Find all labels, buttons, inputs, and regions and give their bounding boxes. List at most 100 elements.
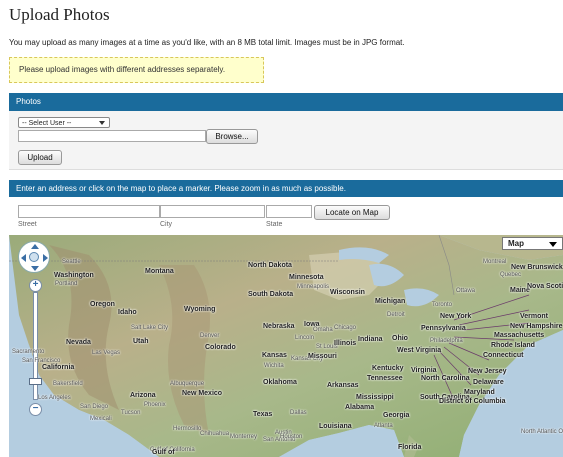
map-label: Sacramento <box>12 349 45 355</box>
address-section-header: Enter an address or click on the map to … <box>9 180 563 198</box>
map-label: District of Columbia <box>439 398 506 405</box>
map-label: Georgia <box>383 412 410 419</box>
map-label: Mexicali <box>90 416 112 422</box>
pan-down-icon[interactable] <box>31 266 39 271</box>
map-label: Houston <box>280 434 303 440</box>
photos-section-header: Photos <box>9 93 563 111</box>
map-label: Mississippi <box>356 394 394 401</box>
map-label: San Diego <box>80 404 109 410</box>
map-label: Dallas <box>290 410 307 416</box>
map-label: Ottawa <box>456 288 476 294</box>
map-label: Albuquerque <box>170 381 205 387</box>
map-label: Utah <box>133 338 149 345</box>
map-label: Nova Scotia <box>527 283 563 290</box>
map-label: Salt Lake City <box>131 325 169 331</box>
page-title: Upload Photos <box>9 5 110 24</box>
map-label: California <box>42 364 75 371</box>
map-label: Arizona <box>130 392 156 399</box>
map-label: Wichita <box>264 363 284 369</box>
map-label: West Virginia <box>397 347 442 354</box>
map-label: Alabama <box>345 404 375 411</box>
map-label: Montana <box>145 268 174 275</box>
map-label: Atlanta <box>374 423 393 429</box>
map-label: Pennsylvania <box>421 325 466 332</box>
map-label: Chicago <box>334 325 357 331</box>
map-label: New Hampshire <box>510 323 563 330</box>
map-label: South Dakota <box>248 291 294 298</box>
pan-right-icon[interactable] <box>43 254 48 262</box>
map-label: North Dakota <box>248 262 292 269</box>
map-type-select[interactable]: Map <box>502 237 563 250</box>
map-label: Monterrey <box>230 434 258 440</box>
map-label: Portland <box>55 281 78 287</box>
state-input[interactable] <box>266 205 312 218</box>
map-label: Connecticut <box>483 352 524 359</box>
pan-up-icon[interactable] <box>31 244 39 249</box>
state-label: State <box>266 221 283 228</box>
map-label: North Atlantic Ocean <box>521 429 563 435</box>
map-label: Florida <box>398 444 422 451</box>
map-label: Oregon <box>90 301 115 308</box>
map-label: New York <box>440 313 472 320</box>
map-label: Maryland <box>464 389 495 396</box>
map-label: Massachusetts <box>494 332 545 339</box>
map-label: Denver <box>200 333 220 339</box>
map-label: Kentucky <box>372 365 404 372</box>
map-label: Michigan <box>375 298 406 305</box>
map-label: Montreal <box>483 259 507 265</box>
map-label: North Carolina <box>421 375 470 382</box>
map-label: Lincoln <box>295 335 315 341</box>
map-label: Omaha <box>313 327 333 333</box>
map-label: Oklahoma <box>263 379 297 386</box>
map-label: Bakersfield <box>53 381 83 387</box>
map-label: Virginia <box>411 367 437 374</box>
city-input[interactable] <box>160 205 265 218</box>
map-label: Indiana <box>358 336 383 343</box>
user-select[interactable]: -- Select User -- <box>18 117 110 128</box>
intro-text: You may upload as many images at a time … <box>9 38 405 47</box>
pan-left-icon[interactable] <box>21 254 26 262</box>
map-label: Wisconsin <box>330 289 365 296</box>
map-label: Colorado <box>205 344 236 351</box>
chevron-down-icon <box>99 121 105 125</box>
city-label: City <box>160 221 173 228</box>
map-label: Hermosillo <box>173 426 202 432</box>
map-label: Toronto <box>432 302 453 308</box>
map-label: Washington <box>54 272 94 279</box>
map-label: New Brunswick <box>511 264 563 271</box>
map-label: Texas <box>253 411 273 418</box>
map-label: Seattle <box>62 259 81 265</box>
map-label: New Mexico <box>182 390 223 397</box>
map-label: Tennessee <box>367 375 403 382</box>
map-label: Vermont <box>520 313 549 320</box>
zoom-out-button[interactable]: − <box>29 403 42 416</box>
user-select-value: -- Select User -- <box>22 120 72 127</box>
upload-button[interactable]: Upload <box>18 150 62 165</box>
map-label: Idaho <box>118 309 137 316</box>
map-label: Nevada <box>66 339 91 346</box>
map-label: Minnesota <box>289 274 324 281</box>
pan-control[interactable] <box>18 241 50 273</box>
zoom-in-button[interactable]: + <box>29 279 42 292</box>
map-type-value: Map <box>508 239 524 248</box>
map-label: Gulf of <box>152 449 175 456</box>
map-label: Phoenix <box>144 402 166 408</box>
map-label: Quebec <box>500 272 522 278</box>
locate-on-map-button[interactable]: Locate on Map <box>314 205 390 220</box>
map-label: Las Vegas <box>92 350 121 356</box>
map-label: Delaware <box>473 379 504 386</box>
map-label: Philadelphia <box>430 338 463 344</box>
map-label: Missouri <box>308 353 337 360</box>
browse-button[interactable]: Browse... <box>206 129 258 144</box>
file-path-input[interactable] <box>18 130 206 142</box>
map-label: Rhode Island <box>491 342 535 349</box>
street-input[interactable] <box>18 205 160 218</box>
map-label: Ohio <box>392 335 408 342</box>
zoom-slider-thumb[interactable] <box>29 378 42 385</box>
map-label: Detroit <box>387 312 405 318</box>
map-label: Minneapolis <box>297 284 330 290</box>
map-label: New Jersey <box>468 368 507 375</box>
map-label: Kansas <box>262 352 287 359</box>
chevron-down-icon <box>549 242 557 247</box>
map-label: Chihuahua <box>200 431 230 437</box>
